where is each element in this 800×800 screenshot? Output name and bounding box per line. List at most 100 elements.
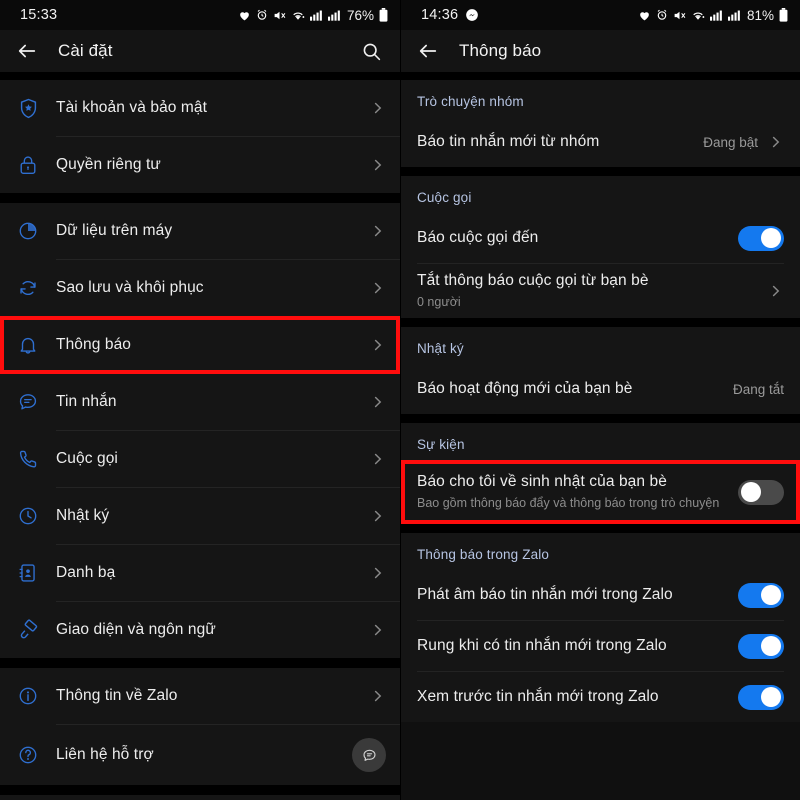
sidebar-item-label: Tin nhắn	[56, 393, 117, 410]
sidebar-item-label: Sao lưu và khôi phục	[56, 279, 204, 296]
row-title: Báo hoạt động mới của bạn bè	[417, 379, 633, 397]
signal-icon	[309, 9, 323, 21]
bell-icon	[0, 334, 56, 356]
toggle-birthday-notifications[interactable]	[738, 479, 784, 505]
signal-icon	[327, 9, 341, 21]
lock-icon	[0, 154, 56, 176]
sidebar-item-account-security[interactable]: Tài khoản và bảo mật	[0, 80, 400, 136]
row-title: Báo cuộc gọi đến	[417, 228, 539, 246]
left-phone-screen: 15:33 76% Cài đặt Tài khoản và bảo mật Q…	[0, 0, 400, 800]
sync-icon	[0, 277, 56, 299]
sidebar-item-label: Giao diện và ngôn ngữ	[56, 621, 216, 638]
notif-row-preview[interactable]: Xem trước tin nhắn mới trong Zalo	[401, 672, 800, 722]
toggle-knob	[761, 585, 781, 606]
row-text: Báo cuộc gọi đến	[417, 228, 738, 248]
row-value: Đang bật	[703, 134, 758, 150]
toggle-message-sound[interactable]	[738, 582, 784, 608]
left-app-bar: Cài đặt	[0, 30, 400, 72]
row-title: Báo tin nhắn mới từ nhóm	[417, 132, 600, 150]
sidebar-item-label: Liên hệ hỗ trợ	[56, 746, 154, 763]
section-group-events: Sự kiện Báo cho tôi về sinh nhật của bạn…	[401, 423, 800, 525]
battery-percent-label: 81%	[746, 7, 774, 23]
sidebar-item-privacy[interactable]: Quyền riêng tư	[0, 137, 400, 193]
notif-row-vibrate[interactable]: Rung khi có tin nhắn mới trong Zalo	[401, 621, 800, 671]
pie-chart-icon	[0, 220, 56, 242]
toggle-knob	[761, 687, 781, 708]
contact-book-icon	[0, 562, 56, 584]
status-bar-clock: 15:33	[20, 7, 58, 23]
info-icon	[0, 685, 56, 707]
right-app-bar: Thông báo	[401, 30, 800, 72]
sidebar-item-label: Thông tin về Zalo	[56, 687, 178, 704]
signal-icon	[727, 9, 741, 21]
sidebar-item-switch-account[interactable]: Chuyển tài khoản	[0, 795, 400, 800]
question-icon	[0, 744, 56, 766]
group-gap	[0, 72, 400, 80]
chevron-right-icon	[370, 453, 386, 465]
group-gap	[0, 193, 400, 203]
battery-percent-label: 76%	[346, 7, 374, 23]
chevron-right-icon	[768, 136, 784, 148]
sidebar-item-appearance-language[interactable]: Giao diện và ngôn ngữ	[0, 602, 400, 658]
sidebar-item-backup-restore[interactable]: Sao lưu và khôi phục	[0, 260, 400, 316]
toggle-incoming-calls[interactable]	[738, 225, 784, 251]
sidebar-item-label: Quyền riêng tư	[56, 156, 161, 173]
chevron-right-icon	[370, 510, 386, 522]
sidebar-item-label: Danh bạ	[56, 564, 116, 581]
chevron-right-icon	[370, 225, 386, 237]
notif-row-incoming-calls[interactable]: Báo cuộc gọi đến	[401, 213, 800, 263]
right-status-bar: 14:36 81%	[401, 0, 800, 30]
chevron-right-icon	[370, 282, 386, 294]
row-text: Báo tin nhắn mới từ nhóm	[417, 132, 703, 152]
status-bar-right: 76%	[238, 8, 388, 23]
chat-support-icon[interactable]	[352, 738, 386, 772]
notif-row-sound[interactable]: Phát âm báo tin nhắn mới trong Zalo	[401, 570, 800, 620]
notif-row-birthday[interactable]: Báo cho tôi về sinh nhật của bạn bè Bao …	[401, 460, 800, 525]
notif-row-friend-activity[interactable]: Báo hoạt động mới của bạn bè Đang tắt	[401, 364, 800, 414]
alarm-icon	[656, 9, 668, 21]
toggle-message-vibrate[interactable]	[738, 633, 784, 659]
chevron-right-icon	[768, 285, 784, 297]
chevron-right-icon	[370, 690, 386, 702]
battery-icon	[379, 8, 388, 22]
alarm-icon	[256, 9, 268, 21]
row-subtitle: Bao gồm thông báo đẩy và thông báo trong…	[417, 496, 720, 511]
chevron-right-icon	[370, 159, 386, 171]
sidebar-item-calls[interactable]: Cuộc gọi	[0, 431, 400, 487]
notif-row-group-messages[interactable]: Báo tin nhắn mới từ nhóm Đang bật	[401, 117, 800, 167]
signal-icon	[709, 9, 723, 21]
section-gap	[401, 414, 800, 424]
status-bar-left: 14:36	[421, 7, 479, 23]
toggle-message-preview[interactable]	[738, 684, 784, 710]
section-group-in-app: Thông báo trong Zalo Phát âm báo tin nhắ…	[401, 533, 800, 723]
mute-icon	[673, 9, 686, 22]
messenger-icon	[465, 8, 479, 22]
sidebar-item-contact-support[interactable]: Liên hệ hỗ trợ	[0, 725, 400, 785]
settings-group-main: Dữ liệu trên máy Sao lưu và khôi phục Th…	[0, 203, 400, 658]
row-title: Phát âm báo tin nhắn mới trong Zalo	[417, 585, 673, 603]
settings-group-about: Thông tin về Zalo Liên hệ hỗ trợ	[0, 668, 400, 785]
row-text: Tắt thông báo cuộc gọi từ bạn bè 0 người	[417, 271, 768, 311]
row-text: Báo cho tôi về sinh nhật của bạn bè Bao …	[417, 472, 738, 512]
search-icon[interactable]	[358, 38, 384, 64]
phone-icon	[0, 448, 56, 470]
back-arrow-icon[interactable]	[415, 38, 441, 64]
heart-icon	[238, 9, 251, 22]
row-text: Báo hoạt động mới của bạn bè	[417, 379, 733, 399]
back-arrow-icon[interactable]	[14, 38, 40, 64]
sidebar-item-about-zalo[interactable]: Thông tin về Zalo	[0, 668, 400, 724]
sidebar-item-notifications[interactable]: Thông báo	[0, 316, 400, 374]
sidebar-item-diary[interactable]: Nhật ký	[0, 488, 400, 544]
row-text: Rung khi có tin nhắn mới trong Zalo	[417, 636, 738, 656]
section-header: Nhật ký	[417, 341, 464, 357]
sidebar-item-contacts[interactable]: Danh bạ	[0, 545, 400, 601]
section-gap	[401, 318, 800, 328]
toggle-knob	[761, 228, 781, 248]
notif-row-mute-friend-calls[interactable]: Tắt thông báo cuộc gọi từ bạn bè 0 người	[401, 264, 800, 318]
battery-icon	[779, 8, 788, 22]
paint-brush-icon	[0, 619, 56, 642]
right-phone-screen: 14:36 81% Thông báo Trò chuyện nhóm Báo …	[400, 0, 800, 800]
sidebar-item-messages[interactable]: Tin nhắn	[0, 374, 400, 430]
sidebar-item-device-data[interactable]: Dữ liệu trên máy	[0, 203, 400, 259]
row-title: Tắt thông báo cuộc gọi từ bạn bè	[417, 272, 649, 289]
